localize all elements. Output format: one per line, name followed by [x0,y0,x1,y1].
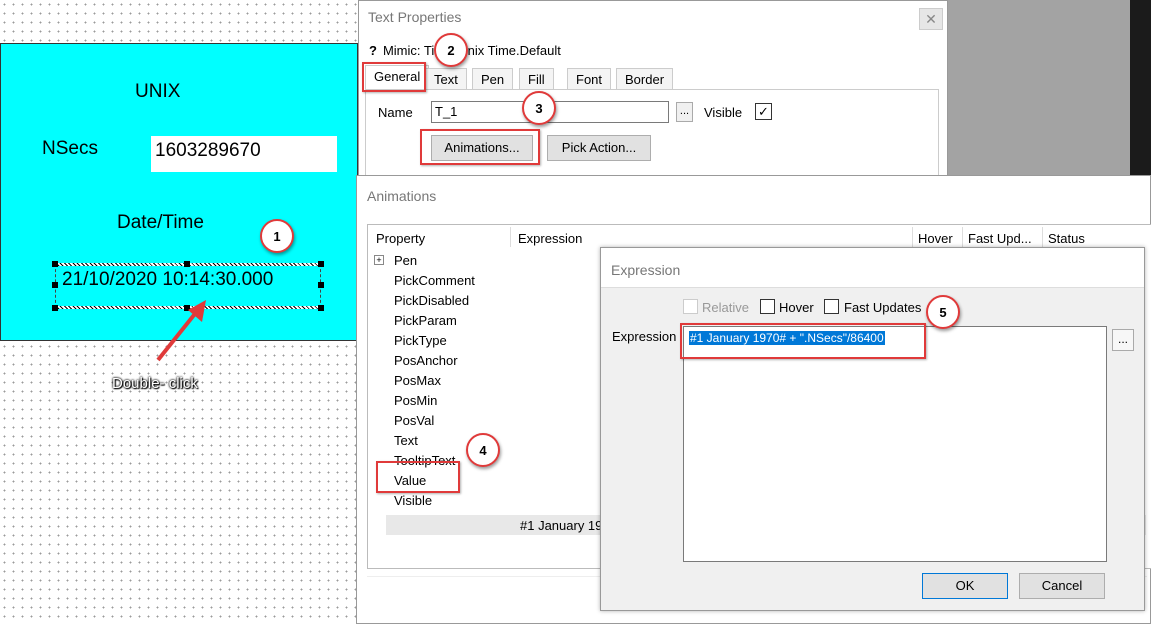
dialog-title: Text Properties [368,9,462,25]
visible-checkbox[interactable]: ✓ [755,103,772,120]
selection-handle[interactable] [318,282,324,288]
close-button[interactable]: ✕ [919,8,943,30]
annotation-3: 3 [522,91,556,125]
unix-title: UNIX [135,81,181,102]
highlight-expression [680,323,926,359]
selection-handle[interactable] [52,305,58,311]
highlight-animations-button [420,129,540,165]
tab-pen[interactable]: Pen [472,68,514,90]
datetime-value: 21/10/2020 10:14:30.000 [62,269,274,290]
highlight-value-row [376,461,460,493]
annotation-4: 4 [466,433,500,467]
nsecs-value-field[interactable]: 1603289670 [151,136,337,172]
mimic-prefix: Ti [423,43,435,58]
double-click-label: Double- click [112,375,198,392]
highlight-general-tab [362,62,426,92]
list-item-pickcomment[interactable]: PickComment [394,273,475,288]
list-item-pickparam[interactable]: PickParam [394,313,457,328]
name-browse-button[interactable]: ... [676,102,693,122]
mimic-label: Mimic: [382,43,424,58]
value-expression-cell: #1 January 19 [520,518,603,533]
annotation-5: 5 [926,295,960,329]
name-label: Name [378,105,413,120]
list-item-picktype[interactable]: PickType [394,333,447,348]
list-item-visible[interactable]: Visible [394,493,432,508]
dialog-titlebar: Expression [601,248,1144,288]
expression-label: Expression [612,329,677,344]
selection-handle[interactable] [52,282,58,288]
relative-label: Relative [702,300,749,315]
mimic-name: Unix Time.Default [458,43,561,58]
dialog-title: Animations [367,188,437,204]
tab-fill[interactable]: Fill [519,68,554,90]
selection-handle[interactable] [184,261,190,267]
help-icon: ? [369,43,377,58]
selection-handle[interactable] [318,261,324,267]
visible-label: Visible [704,105,743,120]
list-item-posval[interactable]: PosVal [394,413,434,428]
expression-browse-button[interactable]: ... [1112,329,1134,351]
nsecs-label: NSecs [42,138,98,159]
fast-updates-label: Fast Updates [844,300,922,315]
expand-icon[interactable]: + [374,255,384,265]
background-panel [948,0,1130,185]
tab-text[interactable]: Text [425,68,467,90]
tab-font[interactable]: Font [567,68,612,90]
pick-action-button[interactable]: Pick Action... [547,135,651,161]
dialog-title: Expression [611,262,681,278]
ok-button[interactable]: OK [922,573,1008,599]
selection-handle[interactable] [318,305,324,311]
column-header-fast-updates[interactable]: Fast Upd... [968,231,1032,246]
expression-textarea[interactable]: #1 January 1970# + ".NSecs"/86400 [683,326,1107,562]
column-separator [1042,227,1043,247]
list-item-posmin[interactable]: PosMin [394,393,437,408]
nsecs-value: 1603289670 [155,140,261,161]
list-item-pen[interactable]: Pen [394,253,417,268]
annotation-1: 1 [260,219,294,253]
cancel-button[interactable]: Cancel [1019,573,1105,599]
datetime-label: Date/Time [117,212,204,233]
column-header-property[interactable]: Property [376,231,425,246]
expression-dialog: Expression Relative Hover Fast Updates E… [600,247,1145,611]
annotation-2: 2 [434,33,468,67]
column-separator [912,227,913,247]
relative-checkbox [683,299,698,314]
list-item-pickdisabled[interactable]: PickDisabled [394,293,469,308]
fast-updates-checkbox[interactable] [824,299,839,314]
list-item-posmax[interactable]: PosMax [394,373,441,388]
hover-label: Hover [779,300,814,315]
list-item-text[interactable]: Text [394,433,418,448]
selection-handle[interactable] [52,261,58,267]
column-header-expression[interactable]: Expression [518,231,582,246]
column-header-hover[interactable]: Hover [918,231,953,246]
column-header-status[interactable]: Status [1048,231,1085,246]
tab-border[interactable]: Border [616,68,674,90]
pointer-arrow-icon [156,300,206,362]
column-separator [962,227,963,247]
list-item-posanchor[interactable]: PosAnchor [394,353,458,368]
hover-checkbox[interactable] [760,299,775,314]
column-separator [510,227,511,247]
